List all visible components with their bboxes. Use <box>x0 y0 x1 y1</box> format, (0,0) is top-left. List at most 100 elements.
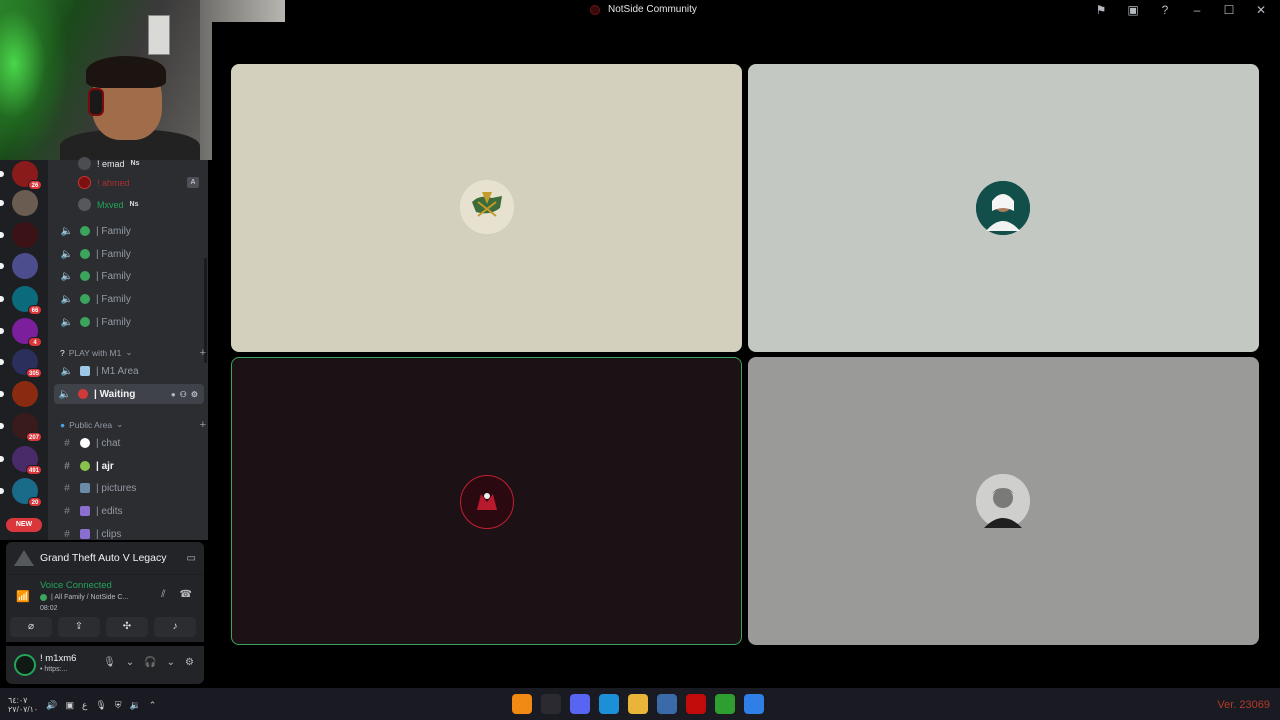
obs-icon[interactable] <box>541 694 561 714</box>
voice-elapsed: 08:02 <box>40 605 58 612</box>
stream-game-icon[interactable]: ▭ <box>187 553 196 564</box>
minimize-icon[interactable]: – <box>1190 3 1204 17</box>
category-public[interactable]: ● Public Area ⌄ + <box>60 419 206 431</box>
voice-channel-family[interactable]: 🔈 | Family <box>56 244 206 264</box>
edge-icon[interactable] <box>599 694 619 714</box>
category-play[interactable]: ? PLAY with M1 ⌄ + <box>60 347 206 359</box>
green-circle-icon <box>80 317 90 327</box>
channel-name: | clips <box>96 528 122 540</box>
headphones-icon[interactable]: 🎧 <box>144 657 156 668</box>
microphone-icon[interactable]: 🎙 <box>95 700 106 711</box>
category-title: PLAY with M1 <box>68 347 122 358</box>
chrome-icon[interactable] <box>628 694 648 714</box>
new-badge[interactable]: NEW <box>6 518 42 532</box>
server-icon[interactable]: 305 <box>0 349 42 378</box>
participant-tile-speaking[interactable] <box>231 357 742 645</box>
add-channel-icon[interactable]: + <box>200 347 206 359</box>
participant-tile[interactable] <box>231 64 742 352</box>
avatar[interactable] <box>14 654 36 676</box>
voice-status[interactable]: Voice Connected <box>40 580 112 591</box>
microphone-icon[interactable]: 🎙 <box>103 657 116 668</box>
maximize-icon[interactable]: ☐ <box>1222 3 1236 17</box>
discord-icon[interactable] <box>570 694 590 714</box>
volume-icon[interactable]: 🔉 <box>130 700 141 711</box>
gear-icon[interactable]: ⚙ <box>185 657 194 668</box>
server-icon[interactable] <box>0 222 38 248</box>
add-channel-icon[interactable]: + <box>200 419 206 431</box>
clock[interactable]: ٦٤:٠٧ ٢٧/٠٧/١٠ <box>8 696 38 714</box>
xbox-icon[interactable] <box>715 694 735 714</box>
gear-icon[interactable]: ⚙ <box>191 390 198 399</box>
text-channel-ajr[interactable]: # | ajr <box>56 456 206 476</box>
window-title: NotSide Community <box>608 4 697 15</box>
voice-channel-m1-area[interactable]: 🔈 | M1 Area <box>56 361 206 381</box>
text-channel-chat[interactable]: # | chat <box>56 433 206 453</box>
server-icon[interactable]: 66 <box>0 286 42 315</box>
voice-channel-waiting[interactable]: 🔈 | Waiting ● ⚇ ⚙ <box>54 384 204 404</box>
server-icon[interactable] <box>0 381 38 407</box>
alarm-clock-icon <box>78 389 88 399</box>
chat-bubble-icon[interactable]: ● <box>171 390 176 399</box>
close-icon[interactable]: ✕ <box>1254 3 1268 17</box>
activities-icon[interactable]: ✣ <box>106 617 148 637</box>
voice-channel-path[interactable]: | All Family / NotSide C... <box>40 594 128 601</box>
voice-user-item[interactable]: ! ahmed <box>78 176 130 189</box>
text-channel-edits[interactable]: # | edits <box>56 501 206 521</box>
defender-icon[interactable]: ⛨ <box>115 700 122 711</box>
server-icon[interactable]: 20 <box>0 478 42 507</box>
voice-connection-panel: 📶 Voice Connected | All Family / NotSide… <box>6 574 204 642</box>
speaker-icon[interactable]: 🔊 <box>46 700 57 711</box>
voice-user-name: Mxved <box>97 199 124 210</box>
text-channel-pictures[interactable]: # | pictures <box>56 478 206 498</box>
screen-share-icon[interactable]: ⇪ <box>58 617 100 637</box>
server-icon[interactable]: 491 <box>0 446 42 475</box>
green-circle-icon <box>80 271 90 281</box>
activity-game-bar[interactable]: Grand Theft Auto V Legacy ▭ <box>6 542 204 574</box>
voice-channel-name: | All Family / NotSide C... <box>51 594 129 601</box>
inbox-flag-icon[interactable]: ⚑ <box>1094 3 1108 17</box>
chevron-down-icon[interactable]: ⌄ <box>167 657 175 668</box>
server-icon[interactable] <box>0 253 38 279</box>
channel-name: | Family <box>96 248 131 260</box>
network-icon[interactable]: ▣ <box>65 700 74 711</box>
server-icon[interactable]: 4 <box>0 318 42 347</box>
noise-suppression-icon[interactable]: ⫽ <box>161 589 165 600</box>
chevron-down-icon: ⌄ <box>125 347 133 357</box>
participant-tile[interactable] <box>748 357 1259 645</box>
screen-share-icon[interactable]: ▣ <box>1126 3 1140 17</box>
channel-quick-actions: ● ⚇ ⚙ <box>171 390 198 399</box>
channel-name: | pictures <box>96 482 137 494</box>
help-icon[interactable]: ? <box>1158 3 1172 17</box>
language-indicator[interactable]: ع <box>82 700 87 711</box>
voice-user-item[interactable]: Mxved Ns <box>78 198 138 211</box>
username[interactable]: ! m1xm6 <box>40 653 76 664</box>
netflix-icon[interactable] <box>686 694 706 714</box>
voice-channel-family[interactable]: 🔈 | Family <box>56 266 206 286</box>
voice-user-name: ! emad <box>97 158 125 169</box>
voice-user-item[interactable]: ! emad Ns <box>78 157 139 170</box>
mention-badge: 66 <box>28 305 42 315</box>
text-channel-clips[interactable]: # | clips <box>56 524 206 544</box>
server-icon[interactable]: 26 <box>0 161 42 190</box>
voice-channel-family[interactable]: 🔈 | Family <box>56 289 206 309</box>
camera-off-icon[interactable]: ⌀ <box>10 617 52 637</box>
signal-icon[interactable]: 📶 <box>16 590 30 603</box>
user-controls: 🎙 ⌄ 🎧 ⌄ ⚙ <box>103 657 194 668</box>
user-avatar <box>78 157 91 170</box>
speaker-icon: 🔈 <box>60 316 74 328</box>
windows-icon[interactable] <box>744 694 764 714</box>
chevron-down-icon[interactable]: ⌄ <box>126 657 134 668</box>
server-icon[interactable]: 207 <box>0 413 42 442</box>
channel-name: | chat <box>96 437 121 449</box>
vlc-icon[interactable] <box>512 694 532 714</box>
chevron-up-icon[interactable]: ⌃ <box>149 700 157 711</box>
voice-channel-family[interactable]: 🔈 | Family <box>56 221 206 241</box>
invite-icon[interactable]: ⚇ <box>180 390 187 399</box>
headset-icon <box>88 88 104 116</box>
participant-tile[interactable] <box>748 64 1259 352</box>
server-icon[interactable] <box>0 190 38 216</box>
voice-channel-family[interactable]: 🔈 | Family <box>56 312 206 332</box>
soundboard-icon[interactable]: ♪ <box>154 617 196 637</box>
store-icon[interactable] <box>657 694 677 714</box>
disconnect-icon[interactable]: ☎ <box>180 589 192 600</box>
